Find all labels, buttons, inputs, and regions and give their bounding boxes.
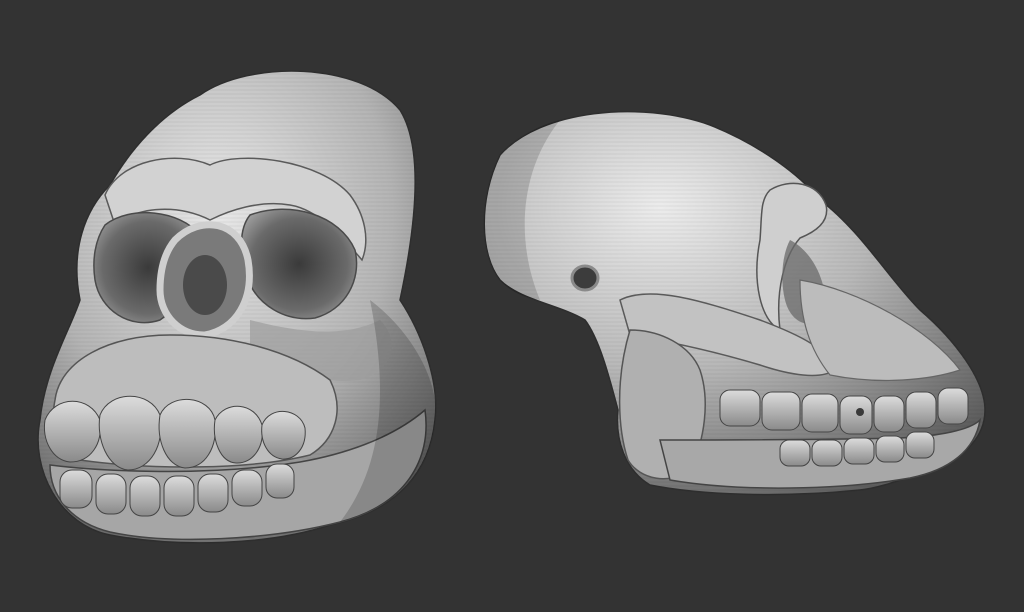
profile-ear-canal <box>570 264 600 292</box>
sculpt-viewport[interactable] <box>0 0 1024 612</box>
skull-model-front[interactable] <box>37 70 437 544</box>
render-canvas <box>37 70 986 544</box>
skull-model-profile[interactable] <box>483 110 986 496</box>
